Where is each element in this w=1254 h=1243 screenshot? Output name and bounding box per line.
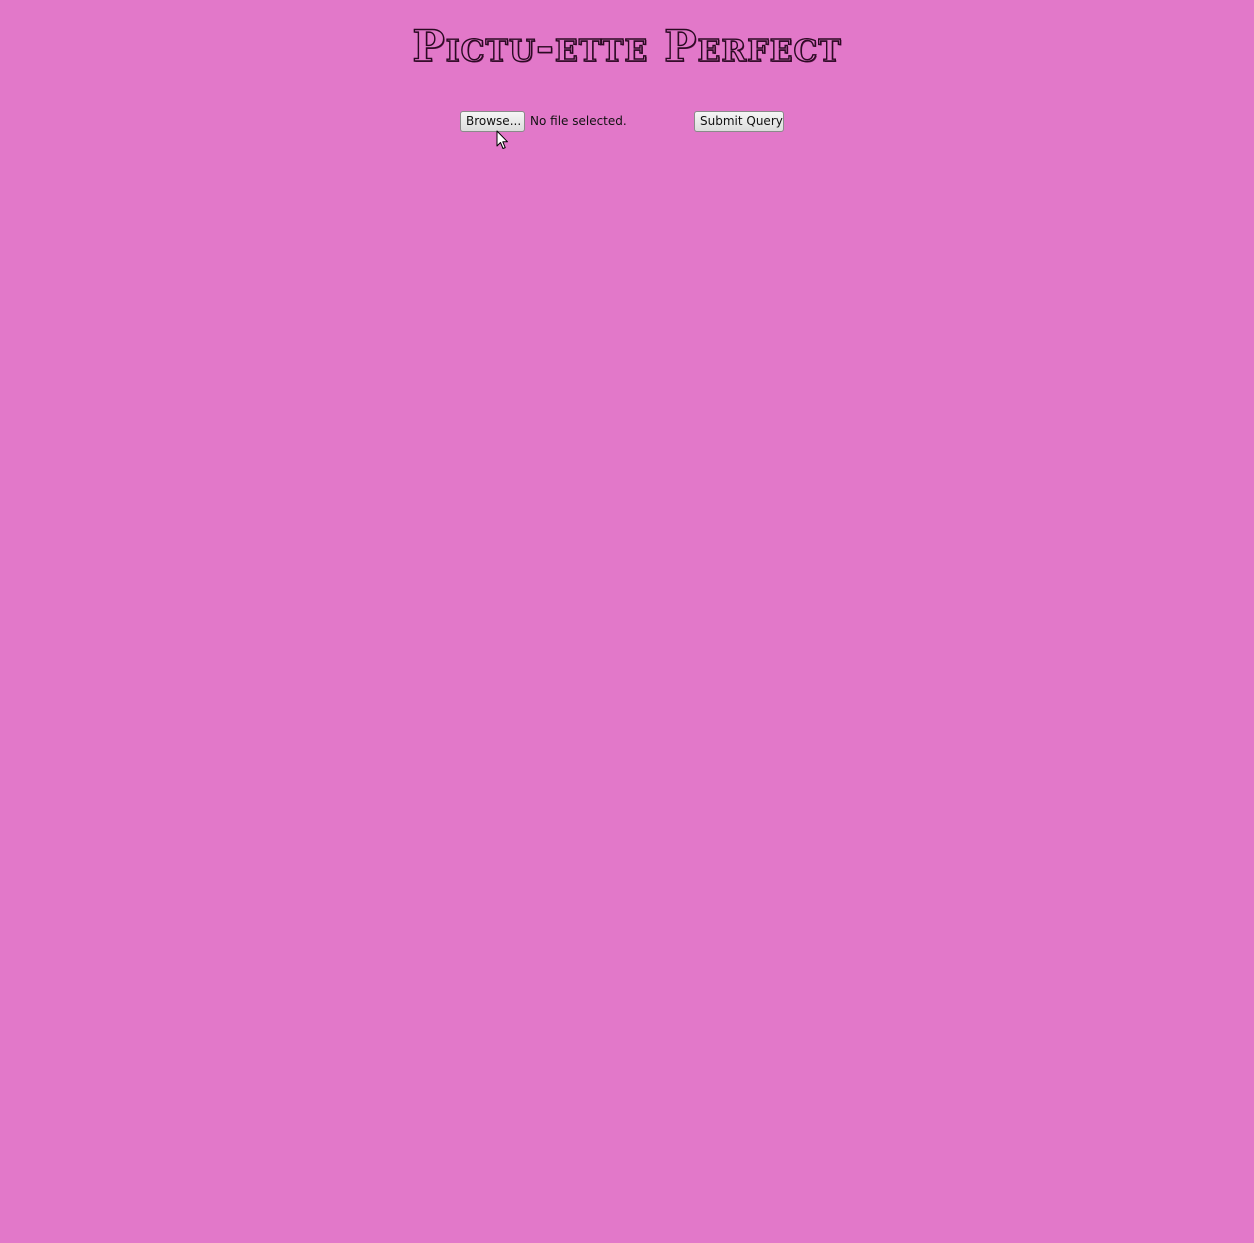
file-status-label: No file selected. bbox=[530, 114, 627, 128]
browse-button[interactable]: Browse... bbox=[460, 111, 525, 132]
arrow-pointer-icon bbox=[496, 130, 508, 149]
submit-button[interactable]: Submit Query bbox=[694, 111, 784, 132]
upload-form: Browse... No file selected. Submit Query bbox=[460, 111, 790, 132]
page-title: Pictu-ette Perfect bbox=[412, 21, 842, 72]
